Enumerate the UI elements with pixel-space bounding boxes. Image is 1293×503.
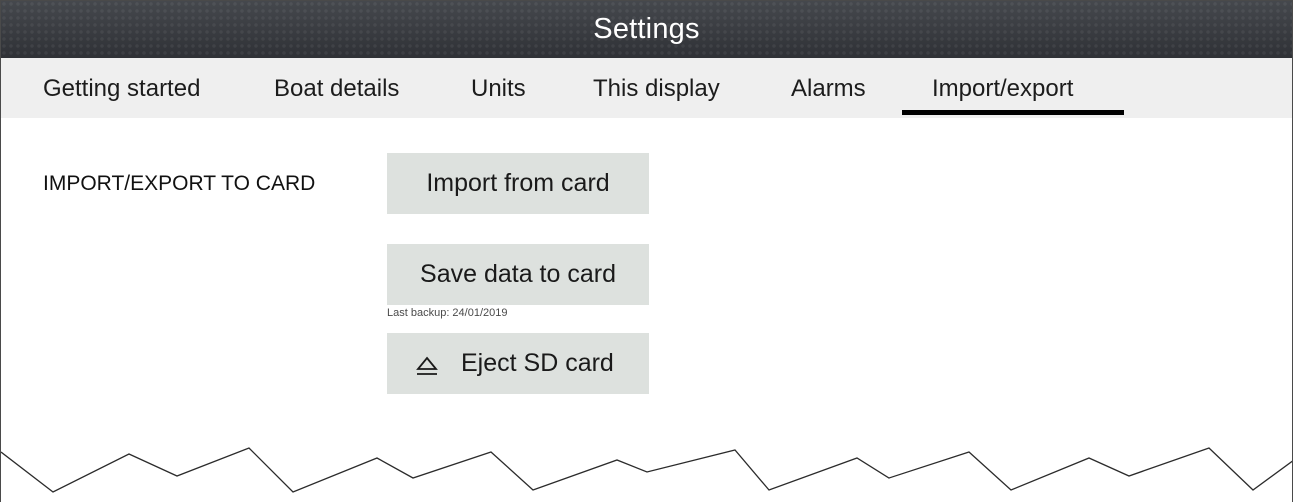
title-bar: Settings <box>1 1 1292 58</box>
save-data-to-card-button[interactable]: Save data to card <box>387 244 649 305</box>
tab-import-export[interactable]: Import/export <box>932 58 1073 118</box>
eject-sd-card-button[interactable]: Eject SD card <box>387 333 649 394</box>
tab-units[interactable]: Units <box>471 58 526 118</box>
save-data-to-card-label: Save data to card <box>420 260 616 288</box>
tab-this-display[interactable]: This display <box>593 58 720 118</box>
tab-alarms[interactable]: Alarms <box>791 58 866 118</box>
tab-bar: Getting started Boat details Units This … <box>1 58 1292 118</box>
last-backup-text: Last backup: 24/01/2019 <box>387 307 508 319</box>
tab-boat-details[interactable]: Boat details <box>274 58 399 118</box>
import-from-card-label: Import from card <box>426 169 610 197</box>
eject-icon <box>416 354 438 375</box>
torn-edge-decoration <box>1 447 1292 502</box>
page-title: Settings <box>593 13 700 45</box>
tab-getting-started[interactable]: Getting started <box>43 58 200 118</box>
import-from-card-button[interactable]: Import from card <box>387 153 649 214</box>
eject-sd-card-label: Eject SD card <box>461 349 614 377</box>
active-tab-indicator <box>902 110 1124 115</box>
settings-window: Settings Getting started Boat details Un… <box>0 0 1293 502</box>
section-label: IMPORT/EXPORT TO CARD <box>43 172 316 195</box>
